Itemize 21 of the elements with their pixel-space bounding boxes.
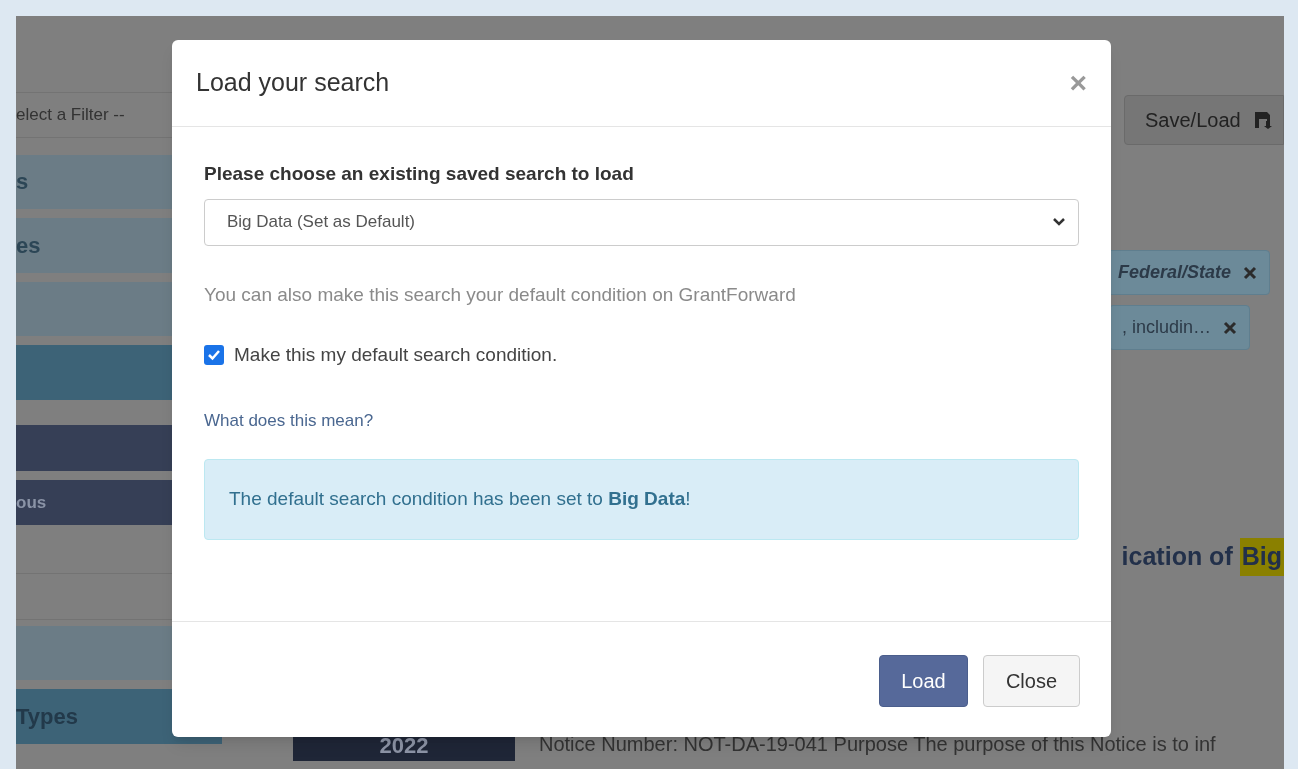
alert-message: The default search condition has been set to Big Data! (229, 487, 691, 512)
remove-icon[interactable] (1223, 320, 1237, 335)
highlighted-term: Big (1239, 538, 1284, 576)
close-dialog-button[interactable]: Close (983, 654, 1080, 707)
saved-search-select[interactable]: Big Data (Set as Default) (204, 198, 1079, 246)
checkbox-label: Make this my default search condition. (234, 343, 558, 367)
hint-text: You can also make this search your default condition on GrantForward (204, 282, 797, 307)
year-label: 2022 (379, 734, 429, 757)
save-icon (1252, 110, 1273, 130)
chip-label: , includin… (1121, 316, 1211, 339)
close-button[interactable]: × (1069, 68, 1087, 98)
help-link[interactable]: What does this mean? (204, 407, 374, 433)
check-icon (207, 348, 221, 363)
remove-icon[interactable] (1243, 265, 1257, 280)
checkbox[interactable] (204, 345, 224, 366)
chip-label: Federal/State (1117, 261, 1231, 284)
save-load-button[interactable]: Save/Load (1124, 95, 1284, 145)
result-description: Notice Number: NOT-DA-19-041 Purpose The purpose of this Notice is to inf (539, 731, 1216, 757)
load-button[interactable]: Load (879, 654, 968, 707)
result-title[interactable]: ication of (1121, 538, 1233, 576)
chevron-down-icon (1052, 217, 1066, 227)
